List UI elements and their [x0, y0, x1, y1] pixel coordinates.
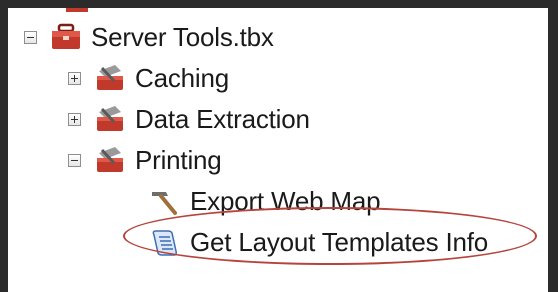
- hammer-tool-icon: [148, 186, 182, 216]
- toolset-icon: [60, 8, 94, 18]
- red-toolbox-icon: [49, 22, 83, 52]
- expand-toggle[interactable]: [68, 71, 81, 85]
- collapse-toggle[interactable]: [68, 153, 81, 167]
- tree-node-get-layout-templates-info[interactable]: Get Layout Templates Info: [148, 225, 488, 259]
- tree-node-server-tools[interactable]: Server Tools.tbx: [24, 20, 274, 54]
- tree-node-label: Data Extraction: [135, 103, 310, 134]
- collapse-toggle[interactable]: [24, 30, 37, 44]
- toolset-icon: [93, 63, 127, 93]
- toolset-icon: [93, 104, 127, 134]
- tree-node-export-web-map[interactable]: Export Web Map: [148, 184, 381, 218]
- tree-node-data-extraction[interactable]: Data Extraction: [68, 102, 310, 136]
- partial-node-above: [60, 8, 102, 20]
- tree-node-caching[interactable]: Caching: [68, 61, 229, 95]
- tree-node-label: Printing: [135, 144, 222, 175]
- tree-node-label: Get Layout Templates Info: [190, 226, 489, 257]
- script-tool-icon: [148, 227, 182, 257]
- toolbox-tree: Server Tools.tbx Caching Data Extraction: [8, 8, 548, 292]
- tree-node-printing[interactable]: Printing: [68, 143, 222, 177]
- toolset-icon: [93, 145, 127, 175]
- expand-toggle[interactable]: [68, 112, 81, 126]
- tree-node-label: Server Tools.tbx: [91, 21, 274, 52]
- tree-node-label: Export Web Map: [190, 185, 381, 216]
- tree-node-label: Caching: [135, 62, 229, 93]
